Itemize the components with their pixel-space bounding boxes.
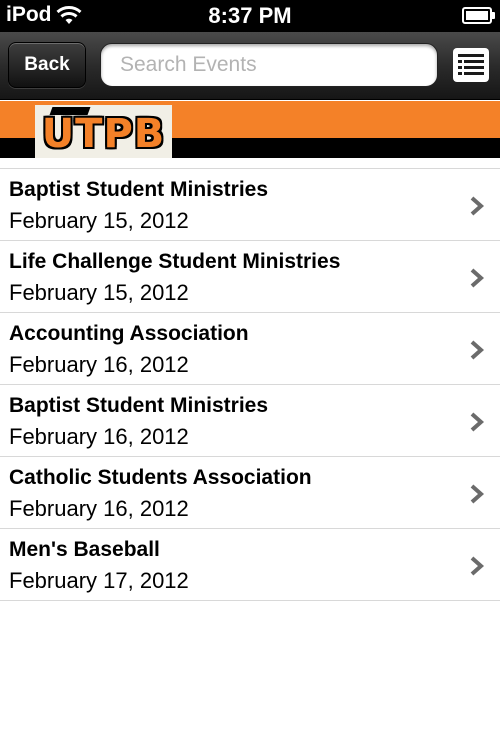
- battery-icon: [462, 7, 492, 24]
- chevron-right-icon: [470, 268, 485, 288]
- event-date: February 16, 2012: [9, 424, 189, 449]
- clock: 8:37 PM: [208, 3, 292, 28]
- event-date: February 16, 2012: [9, 496, 189, 521]
- event-title: Baptist Student Ministries: [9, 394, 269, 417]
- utpb-logo: UTPB: [35, 105, 172, 158]
- event-row[interactable]: Catholic Students Association February 1…: [0, 457, 500, 529]
- chevron-right-icon: [470, 412, 485, 432]
- list-icon[interactable]: [453, 48, 489, 82]
- banner: UTPB: [0, 101, 500, 158]
- event-title: Accounting Association: [9, 322, 249, 345]
- search-input[interactable]: Search Events: [100, 43, 438, 87]
- battery-tip: [492, 12, 495, 19]
- event-row[interactable]: Baptist Student Ministries February 16, …: [0, 385, 500, 457]
- chevron-right-icon: [470, 340, 485, 360]
- chevron-right-icon: [470, 196, 485, 216]
- chevron-right-icon: [470, 556, 485, 576]
- event-date: February 15, 2012: [9, 280, 189, 305]
- logo-text: UTPB: [41, 111, 166, 157]
- nav-bar: Back Search Events: [0, 32, 500, 100]
- event-date: February 16, 2012: [9, 352, 189, 377]
- event-title: Catholic Students Association: [9, 466, 312, 489]
- event-row[interactable]: Baptist Student Ministries February 15, …: [0, 169, 500, 241]
- event-title: Men's Baseball: [9, 538, 160, 561]
- back-button[interactable]: Back: [8, 42, 86, 88]
- event-list: Baptist Student Ministries February 15, …: [0, 168, 500, 601]
- event-row[interactable]: Life Challenge Student Ministries Februa…: [0, 241, 500, 313]
- event-date: February 17, 2012: [9, 568, 189, 593]
- event-row[interactable]: Men's Baseball February 17, 2012: [0, 529, 500, 601]
- event-date: February 15, 2012: [9, 208, 189, 233]
- status-bar: iPod 8:37 PM: [0, 0, 500, 32]
- event-title: Life Challenge Student Ministries: [9, 250, 341, 273]
- event-row[interactable]: Accounting Association February 16, 2012: [0, 313, 500, 385]
- event-title: Baptist Student Ministries: [9, 178, 269, 201]
- chevron-right-icon: [470, 484, 485, 504]
